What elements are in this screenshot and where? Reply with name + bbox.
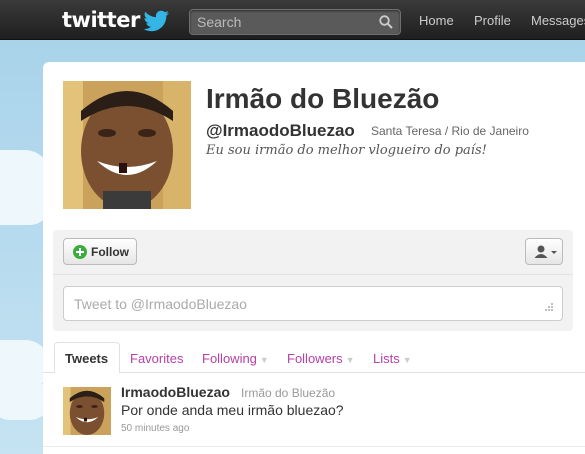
person-icon	[534, 245, 557, 258]
plus-icon	[73, 245, 87, 259]
divider	[43, 446, 585, 447]
tab-following[interactable]: Following ▼	[202, 351, 269, 366]
tweet-to-box[interactable]	[63, 286, 563, 321]
tweet-text: Por onde anda meu irmão bluezao?	[121, 402, 344, 418]
tab-following-label: Following	[202, 351, 257, 366]
profile-handle: @IrmaodoBluezao	[206, 121, 355, 140]
tab-followers-label: Followers	[287, 351, 343, 366]
search-input[interactable]	[190, 10, 370, 34]
avatar-photo	[63, 81, 191, 209]
tweet-username[interactable]: IrmaodoBluezao	[121, 384, 230, 400]
twitter-bird-icon	[143, 10, 169, 32]
tab-favorites[interactable]: Favorites	[130, 351, 183, 366]
tweet-avatar[interactable]	[63, 387, 111, 435]
nav-messages[interactable]: Messages	[531, 13, 585, 28]
follow-label: Follow	[91, 245, 129, 259]
nav-profile[interactable]: Profile	[474, 13, 511, 28]
profile-avatar[interactable]	[63, 81, 191, 209]
search-box[interactable]	[189, 9, 401, 35]
tweet-fullname: Irmão do Bluezão	[241, 386, 336, 400]
user-actions-button[interactable]	[525, 238, 563, 265]
twitter-logo[interactable]: twitter	[62, 8, 140, 32]
tweet-to-input[interactable]	[64, 287, 534, 320]
search-icon[interactable]	[379, 15, 393, 29]
follow-button[interactable]: Follow	[63, 238, 137, 265]
tab-lists[interactable]: Lists ▼	[373, 351, 412, 366]
tab-favorites-label: Favorites	[130, 351, 184, 366]
profile-location: Santa Teresa / Rio de Janeiro	[371, 124, 529, 138]
tab-lists-label: Lists	[373, 351, 400, 366]
tab-followers[interactable]: Followers ▼	[287, 351, 355, 366]
topbar: twitter Home Profile Messages	[0, 0, 585, 40]
divider	[53, 274, 573, 275]
tab-tweets-label: Tweets	[65, 351, 109, 366]
chevron-down-icon: ▼	[402, 355, 412, 365]
chevron-down-icon: ▼	[345, 355, 355, 365]
chevron-down-icon: ▼	[259, 355, 269, 365]
tabs-divider	[43, 372, 585, 373]
nav-home[interactable]: Home	[419, 13, 454, 28]
tab-tweets[interactable]: Tweets	[54, 342, 120, 373]
resize-grip-icon	[545, 303, 553, 311]
tweet-timestamp[interactable]: 50 minutes ago	[121, 423, 189, 434]
profile-name: Irmão do Bluezão	[206, 83, 440, 114]
profile-bio: Eu sou irmão do melhor vlogueiro do país…	[206, 143, 487, 158]
avatar-photo	[63, 387, 111, 435]
